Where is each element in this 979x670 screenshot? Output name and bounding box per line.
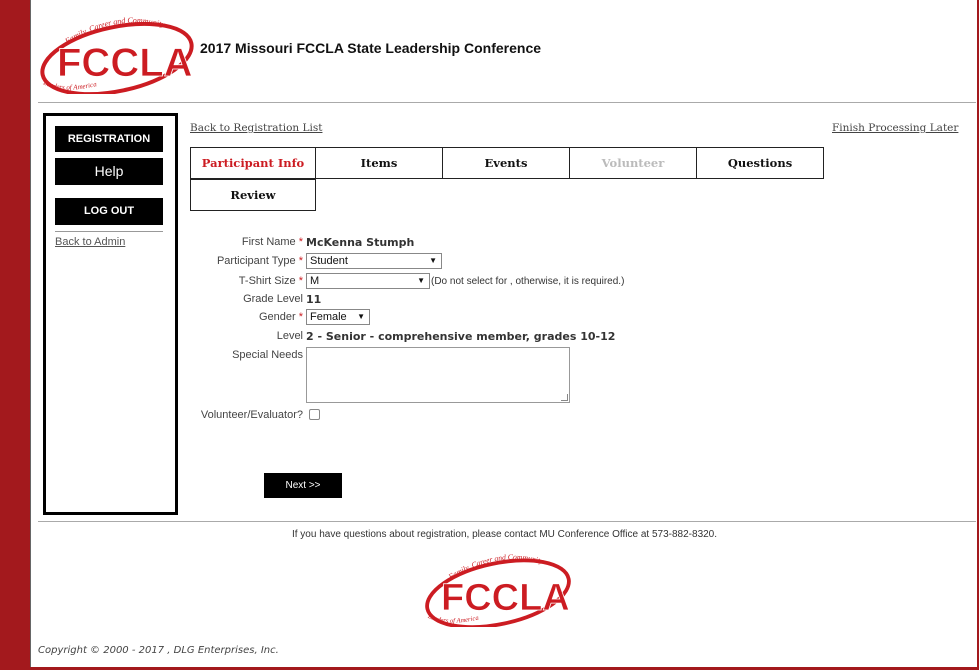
tab-events[interactable]: Events [442,147,570,179]
tab-questions[interactable]: Questions [696,147,824,179]
logout-button[interactable]: LOG OUT [55,198,163,225]
first-name-value: McKenna Stumph [306,236,415,249]
copyright-text: Copyright © 2000 - 2017 , DLG Enterprise… [38,645,279,656]
contact-text: If you have questions about registration… [291,529,718,540]
fccla-logo: Family, Career and Community FCCLA Leade… [40,16,194,94]
tab-review[interactable]: Review [190,179,316,211]
sidebar-divider [55,231,163,232]
back-to-admin-link[interactable]: Back to Admin [55,236,125,248]
sidebar: REGISTRATION Help LOG OUT Back to Admin [43,113,178,515]
tshirt-size-select[interactable]: M ▼ [306,273,430,289]
tab-participant-info[interactable]: Participant Info [190,147,316,179]
header: Family, Career and Community FCCLA Leade… [37,14,937,94]
volunteer-evaluator-checkbox[interactable] [309,409,320,420]
grade-level-value: 11 [306,293,322,306]
fccla-footer-logo: Family, Career and Community FCCLA Leade… [425,552,571,627]
next-button[interactable]: Next >> [264,473,342,498]
grade-level-label: Grade Level [243,293,303,305]
triangle-down-icon: ▼ [417,276,425,285]
tshirt-note: (Do not select for , otherwise, it is re… [431,276,625,287]
back-to-registration-list-link[interactable]: Back to Registration List [190,122,322,134]
finish-processing-later-link[interactable]: Finish Processing Later [832,122,958,134]
triangle-down-icon: ▼ [429,256,437,265]
tshirt-size-label: T-Shirt Size * [238,275,303,287]
resize-grip-icon[interactable] [561,394,568,401]
special-needs-label: Special Needs [232,349,303,361]
left-border [0,0,30,670]
header-divider [38,102,976,103]
tab-volunteer: Volunteer [569,147,697,179]
tab-items[interactable]: Items [315,147,443,179]
participant-type-select[interactable]: Student ▼ [306,253,442,269]
footer-divider [38,521,976,522]
participant-type-label: Participant Type * [216,255,303,267]
gender-select[interactable]: Female ▼ [306,309,370,325]
first-name-label: First Name * [241,236,303,248]
level-value: 2 - Senior - comprehensive member, grade… [306,330,616,343]
help-button[interactable]: Help [55,158,163,185]
registration-button[interactable]: REGISTRATION [55,126,163,152]
volunteer-evaluator-label: Volunteer/Evaluator? [200,409,303,421]
footer-logo-main-text: FCCLA [441,577,570,619]
triangle-down-icon: ▼ [357,312,365,321]
gender-label: Gender * [258,311,303,323]
logo-main-text: FCCLA [57,41,193,85]
special-needs-textarea[interactable] [306,347,570,403]
level-label: Level [276,330,303,342]
page-title: 2017 Missouri FCCLA State Leadership Con… [200,40,542,56]
